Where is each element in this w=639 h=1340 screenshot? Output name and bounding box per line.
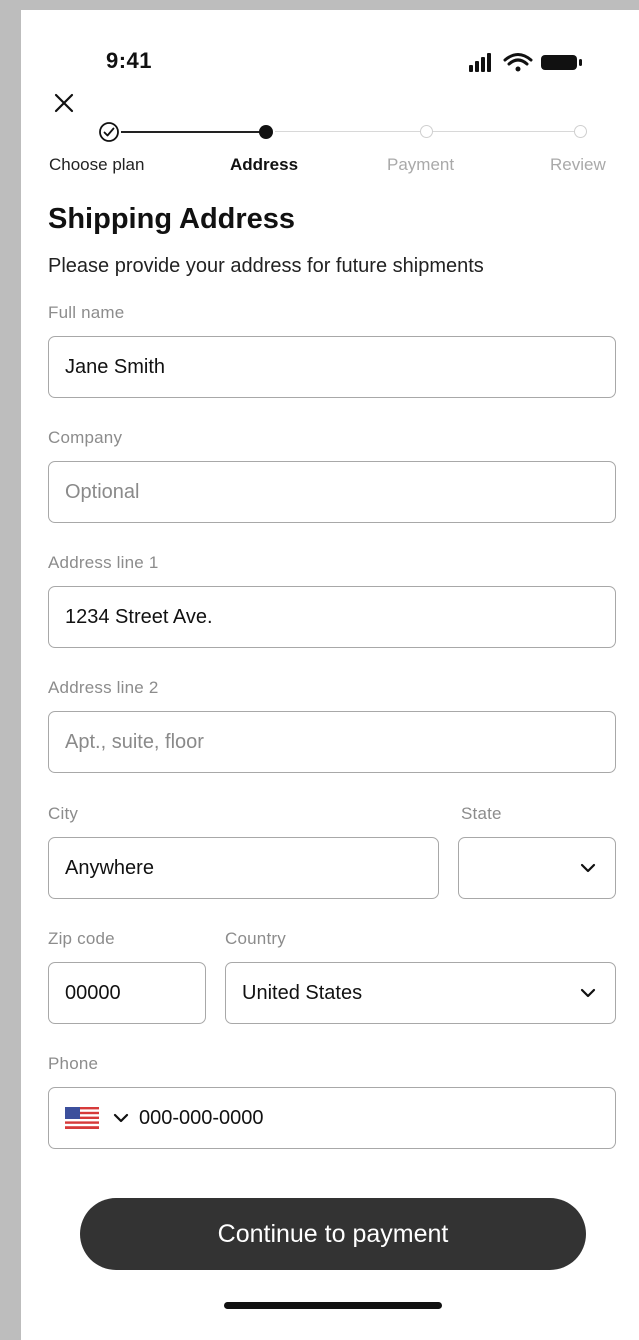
- step-dot-inactive: [574, 125, 587, 138]
- city-value: Anywhere: [65, 856, 154, 879]
- full-name-field[interactable]: Jane Smith: [48, 336, 616, 398]
- chevron-down-icon: [113, 1113, 129, 1123]
- check-circle-icon: [99, 122, 119, 142]
- home-indicator: [224, 1302, 442, 1309]
- step-choose-plan[interactable]: Choose plan: [49, 155, 144, 175]
- full-name-label: Full name: [48, 303, 125, 322]
- step-dot-inactive: [420, 125, 433, 138]
- address1-field[interactable]: 1234 Street Ave.: [48, 586, 616, 648]
- city-field[interactable]: Anywhere: [48, 837, 439, 899]
- continue-button-label: Continue to payment: [217, 1219, 449, 1248]
- zip-value: 00000: [65, 981, 121, 1004]
- country-code-picker[interactable]: [65, 1107, 129, 1129]
- screen: 9:41 Choose plan Address Payment Review …: [21, 10, 639, 1340]
- wifi-icon: [503, 53, 533, 72]
- page-subtitle: Please provide your address for future s…: [48, 255, 484, 277]
- phone-field[interactable]: 000-000-0000: [48, 1087, 616, 1149]
- close-icon[interactable]: [49, 88, 79, 118]
- battery-icon: [541, 55, 582, 70]
- status-icons: [469, 53, 582, 72]
- zip-field[interactable]: 00000: [48, 962, 206, 1024]
- phone-value: 000-000-0000: [139, 1106, 264, 1129]
- step-connector-inactive: [433, 131, 581, 132]
- step-address[interactable]: Address: [230, 155, 298, 175]
- step-connector-done: [121, 131, 263, 133]
- step-dot-active: [259, 125, 273, 139]
- company-field[interactable]: Optional: [48, 461, 616, 523]
- country-label: Country: [225, 929, 286, 948]
- address2-field[interactable]: Apt., suite, floor: [48, 711, 616, 773]
- company-label: Company: [48, 428, 123, 447]
- page-title: Shipping Address: [48, 203, 296, 235]
- phone-label: Phone: [48, 1054, 99, 1073]
- continue-button[interactable]: Continue to payment: [80, 1198, 586, 1270]
- state-select[interactable]: [458, 837, 616, 899]
- company-placeholder: Optional: [65, 480, 140, 503]
- address1-value: 1234 Street Ave.: [65, 605, 213, 628]
- chevron-down-icon: [580, 988, 596, 998]
- step-connector-inactive: [275, 131, 427, 132]
- country-select[interactable]: United States: [225, 962, 616, 1024]
- full-name-value: Jane Smith: [65, 355, 166, 378]
- country-value: United States: [242, 981, 363, 1004]
- chevron-down-icon: [580, 863, 596, 873]
- status-time: 9:41: [106, 48, 153, 73]
- step-review[interactable]: Review: [550, 155, 606, 175]
- us-flag-icon: [65, 1107, 99, 1129]
- step-payment[interactable]: Payment: [387, 155, 454, 175]
- address2-label: Address line 2: [48, 678, 159, 697]
- address2-placeholder: Apt., suite, floor: [65, 730, 204, 753]
- zip-label: Zip code: [48, 929, 115, 948]
- signal-icon: [469, 53, 491, 72]
- city-label: City: [48, 804, 79, 823]
- state-label: State: [461, 804, 502, 823]
- address1-label: Address line 1: [48, 553, 159, 572]
